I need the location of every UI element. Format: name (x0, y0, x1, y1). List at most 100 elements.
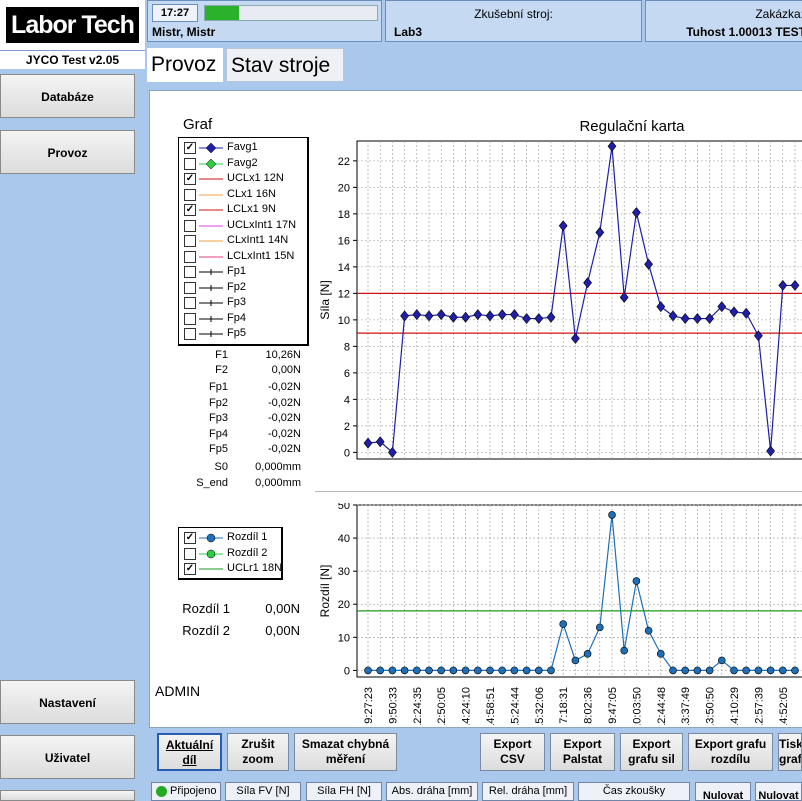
y-tick-label: 10 (338, 315, 350, 327)
value-label: S_end (196, 477, 228, 489)
machine-info: Zkušební stroj: Lab3 (385, 0, 642, 42)
tab-stav-stroje[interactable]: Stav stroje (226, 48, 344, 82)
y-axis-label: Síla [N] (318, 280, 332, 319)
x-tick-label: 22.2.2017 12:24:35 (412, 687, 424, 725)
legend-marker (206, 549, 216, 558)
legend-checkbox[interactable]: ✓ (184, 532, 196, 544)
legend-symbol (199, 194, 223, 195)
value-readout: -0,02N (267, 428, 301, 440)
data-point (510, 666, 519, 675)
clock: 17:27 (152, 4, 198, 22)
legend-checkbox[interactable] (184, 312, 196, 325)
diff-legend: ✓ Rozdíl 1 Rozdíl 2 ✓ UCLr1 18N (178, 527, 283, 580)
legend-label: Fp3 (227, 296, 246, 308)
legend-label: UCLx1 12N (227, 172, 284, 184)
current-part-button[interactable]: Aktuální díl (157, 733, 222, 771)
legend-marker (205, 158, 217, 169)
export-diff-graph-button[interactable]: Export grafu rozdílu (688, 733, 773, 771)
sidebar-item-next[interactable] (0, 790, 135, 801)
export-palstat-button[interactable]: Export Palstat (550, 733, 615, 771)
legend-checkbox[interactable] (184, 266, 196, 278)
legend-checkbox[interactable] (184, 188, 196, 201)
legend-checkbox[interactable] (184, 250, 196, 263)
legend-checkbox[interactable] (184, 297, 196, 309)
sidebar-item-nastaveni[interactable]: Nastavení (0, 680, 135, 724)
sidebar-item-uzivatel[interactable]: Uživatel (0, 735, 135, 779)
y-axis-label: Rozdíl [N] (318, 565, 332, 618)
y-tick-label: 6 (344, 368, 350, 380)
value-readout: 0,000mm (255, 461, 301, 473)
x-tick-label: 24.2.2017 13:50:50 (705, 687, 717, 725)
y-tick-label: 22 (338, 156, 350, 168)
legend-checkbox[interactable]: ✓ (184, 204, 196, 216)
connection-status: Připojeno (151, 782, 221, 801)
logo-text: Labor Tech (6, 7, 139, 43)
y-tick-label: 30 (338, 566, 350, 578)
sidebar-item-databaze[interactable]: Databáze (0, 74, 135, 118)
data-point (608, 511, 616, 519)
legend-checkbox[interactable]: ✓ (184, 173, 196, 185)
x-tick-label: 22.2.2017 14:24:10 (461, 687, 473, 725)
admin-tag: ADMIN (155, 683, 201, 699)
legend-checkbox[interactable] (184, 281, 196, 294)
legend-checkbox[interactable] (184, 235, 196, 247)
y-tick-label: 12 (338, 288, 350, 300)
cancel-zoom-button[interactable]: Zrušit zoom (227, 733, 289, 771)
data-point (656, 650, 665, 658)
export-csv-button[interactable]: Export CSV (480, 733, 545, 771)
x-tick-label: 24.2.2017 10:03:50 (631, 687, 643, 725)
print-graph-button[interactable]: Tisk grafu (778, 733, 802, 771)
legend-checkbox[interactable]: ✓ (184, 563, 196, 575)
data-point (522, 666, 531, 675)
y-tick-label: 10 (338, 632, 350, 644)
x-tick-label: 13.3.2017 14:52:05 (778, 687, 790, 725)
reset-button-1[interactable]: Nulovat (695, 782, 751, 801)
difference-chart[interactable]: 0 10 20 30 40 50 Rozdíl [N] 22.2.2017 9:27:23 22… (315, 503, 802, 725)
chart-title: Regulační karta (579, 118, 685, 135)
value-readout: 0,00N (271, 364, 301, 376)
data-point (766, 666, 775, 675)
legend-label: Rozdíl 1 (227, 531, 268, 543)
legend-symbol (199, 256, 223, 257)
legend-label: Fp4 (227, 311, 246, 324)
export-force-graph-button[interactable]: Export grafu sil (620, 733, 683, 771)
legend-symbol (199, 269, 223, 275)
legend-label: Fp5 (227, 327, 246, 339)
legend-checkbox[interactable] (184, 328, 196, 340)
progress-bar (204, 5, 378, 21)
force-legend: ✓ Favg1 Favg2 ✓ UCLx1 12N CLx1 16N ✓ LCLx1 9N UC… (178, 137, 309, 346)
y-tick-label: 14 (338, 262, 350, 274)
legend-checkbox[interactable] (184, 157, 196, 170)
data-point (388, 666, 397, 675)
main-panel: Graf ✓ Favg1 Favg2 ✓ UCLx1 12N CLx1 16N ✓ LCLx1… (149, 90, 802, 728)
legend-checkbox[interactable] (184, 219, 196, 232)
legend-checkbox[interactable] (184, 547, 196, 560)
status-field-fv: Síla FV [N] (225, 782, 301, 801)
legend-label: UCLr1 18N (227, 562, 283, 574)
value-label: F1 (215, 349, 228, 361)
x-tick-label: 24.2.2017 13:37:49 (680, 687, 692, 725)
reset-button-2[interactable]: Nulovat (755, 782, 802, 801)
legend-checkbox[interactable]: ✓ (184, 142, 196, 154)
x-tick-label: 22.2.2017 14:58:51 (485, 687, 497, 725)
legend-symbol (199, 158, 223, 169)
y-tick-label: 20 (338, 182, 350, 194)
data-point (632, 577, 641, 585)
legend-label: LCLx1 9N (227, 203, 276, 215)
legend-symbol (199, 315, 223, 322)
data-point (583, 650, 592, 658)
x-tick-label: 24.2.2017 14:10:29 (729, 687, 741, 725)
data-point (681, 666, 690, 675)
sidebar-item-provoz[interactable]: Provoz (0, 130, 135, 174)
force-chart[interactable]: Regulační karta 0 2 4 6 8 10 12 14 16 18 20 22 Síla [… (315, 109, 802, 481)
data-point (620, 646, 629, 655)
tab-provoz[interactable]: Provoz (147, 48, 223, 82)
value-label: Fp3 (209, 412, 228, 424)
data-point (547, 666, 555, 675)
legend-label: Favg1 (227, 141, 258, 153)
y-tick-label: 0 (344, 447, 350, 459)
value-readout: 10,26N (265, 349, 301, 361)
delete-invalid-button[interactable]: Smazat chybná měření (294, 733, 397, 771)
data-point (413, 666, 421, 675)
legend-symbol (199, 209, 223, 211)
